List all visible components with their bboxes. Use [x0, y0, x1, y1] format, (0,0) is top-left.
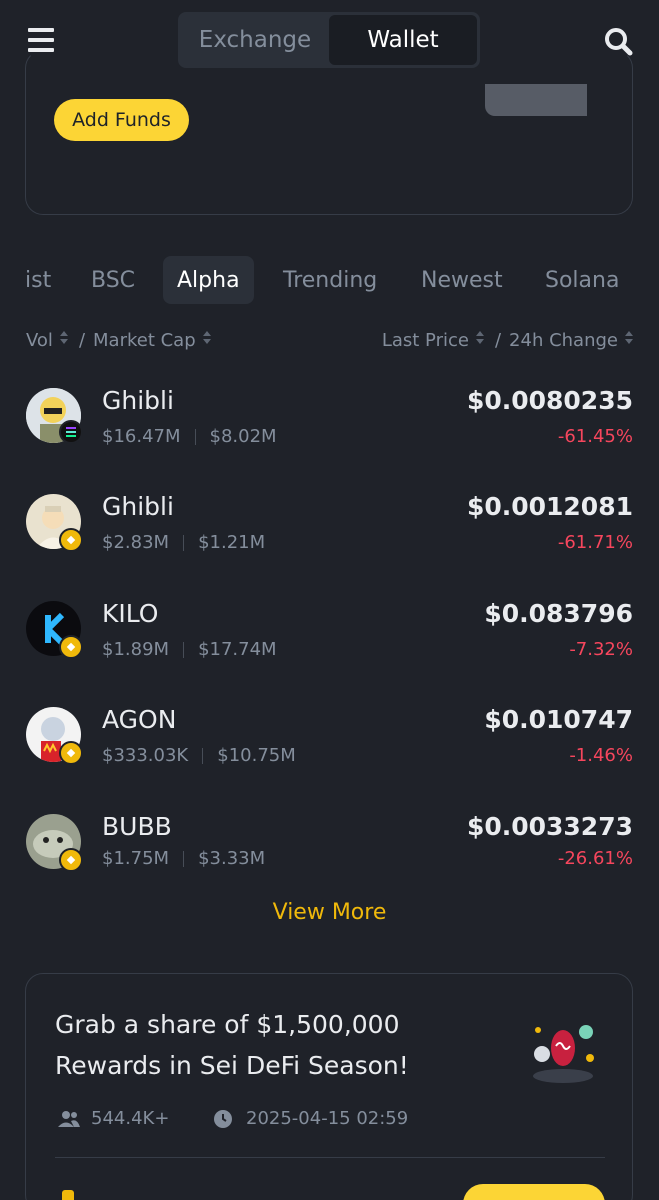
- token-row[interactable]: Ghibli $16.47M $8.02M $0.0080235 -61.45%: [0, 372, 659, 478]
- bsc-chain-icon: [59, 528, 83, 552]
- sort-arrows-icon: [59, 330, 69, 346]
- token-market-cap: $1.21M: [198, 532, 266, 553]
- tab-newest[interactable]: Newest: [421, 256, 503, 304]
- token-name: KILO: [102, 599, 159, 628]
- token-volume: $2.83M: [102, 532, 170, 553]
- promo-divider: [55, 1157, 605, 1158]
- token-stats: $16.47M $8.02M: [102, 426, 277, 447]
- token-name: Ghibli: [102, 386, 174, 415]
- token-price: $0.083796: [484, 599, 633, 628]
- promo-date: 2025-04-15 02:59: [213, 1108, 408, 1129]
- token-stats: $1.89M $17.74M: [102, 639, 277, 660]
- sort-market-cap[interactable]: Market Cap: [93, 330, 212, 351]
- token-name: Ghibli: [102, 492, 174, 521]
- participants-count: 544.4K+: [91, 1108, 170, 1129]
- token-stats: $1.75M $3.33M: [102, 848, 265, 869]
- column-separator: /: [78, 329, 86, 351]
- users-icon: [58, 1110, 80, 1127]
- card-illustration: [485, 84, 587, 116]
- tab-trending[interactable]: Trending: [283, 256, 377, 304]
- token-stats: $333.03K $10.75M: [102, 745, 296, 766]
- view-more-link[interactable]: View More: [0, 900, 659, 925]
- token-market-cap: $3.33M: [198, 848, 266, 869]
- token-price: $0.010747: [484, 705, 633, 734]
- bsc-chain-icon: [59, 848, 83, 872]
- token-volume: $1.89M: [102, 639, 170, 660]
- token-row[interactable]: KILO $1.89M $17.74M $0.083796 -7.32%: [0, 585, 659, 691]
- sort-arrows-icon: [624, 330, 634, 346]
- column-header-left: Vol / Market Cap: [26, 326, 212, 354]
- tab-alpha[interactable]: Alpha: [163, 256, 254, 304]
- token-change: -1.46%: [569, 745, 633, 766]
- tab-solana[interactable]: Solana: [545, 256, 619, 304]
- token-price: $0.0012081: [466, 492, 633, 521]
- token-volume: $333.03K: [102, 745, 189, 766]
- promo-action-button[interactable]: [463, 1184, 605, 1200]
- token-name: AGON: [102, 705, 177, 734]
- clock-icon: [214, 1109, 232, 1128]
- market-tabs: ist BSC Alpha Trending Newest Solana: [0, 256, 659, 304]
- token-stats: $2.83M $1.21M: [102, 532, 265, 553]
- promo-illustration-icon: [533, 1025, 594, 1083]
- sort-vol[interactable]: Vol: [26, 330, 69, 351]
- token-row[interactable]: AGON $333.03K $10.75M $0.010747 -1.46%: [0, 691, 659, 797]
- token-change: -26.61%: [557, 848, 633, 869]
- token-price: $0.0080235: [466, 386, 633, 415]
- promo-datetime: 2025-04-15 02:59: [246, 1108, 409, 1129]
- token-market-cap: $8.02M: [209, 426, 277, 447]
- token-change: -61.45%: [557, 426, 633, 447]
- add-funds-button[interactable]: Add Funds: [54, 99, 189, 141]
- token-price: $0.0033273: [466, 812, 633, 841]
- column-separator: /: [494, 329, 502, 351]
- menu-icon[interactable]: [28, 28, 54, 52]
- sort-arrows-icon: [475, 330, 485, 346]
- solana-chain-icon: [59, 420, 83, 444]
- sort-24h-change[interactable]: 24h Change: [509, 330, 634, 351]
- promo-title: Grab a share of $1,500,000 Rewards in Se…: [55, 1010, 409, 1080]
- tab-watchlist[interactable]: ist: [25, 256, 51, 304]
- token-change: -61.71%: [557, 532, 633, 553]
- token-volume: $16.47M: [102, 426, 181, 447]
- promo-participants: 544.4K+: [57, 1108, 169, 1129]
- token-name: BUBB: [102, 812, 172, 841]
- column-header-right: Last Price / 24h Change: [382, 326, 634, 354]
- bsc-chain-icon: [59, 635, 83, 659]
- promo-footer-icon: [62, 1190, 74, 1200]
- bsc-chain-icon: [59, 741, 83, 765]
- token-change: -7.32%: [569, 639, 633, 660]
- token-market-cap: $10.75M: [217, 745, 296, 766]
- sort-last-price[interactable]: Last Price: [382, 330, 485, 351]
- token-volume: $1.75M: [102, 848, 170, 869]
- tab-bsc[interactable]: BSC: [91, 256, 135, 304]
- token-row[interactable]: BUBB $1.75M $3.33M $0.0033273 -26.61%: [0, 798, 659, 904]
- token-market-cap: $17.74M: [198, 639, 277, 660]
- sort-arrows-icon: [202, 330, 212, 346]
- token-row[interactable]: Ghibli $2.83M $1.21M $0.0012081 -61.71%: [0, 478, 659, 584]
